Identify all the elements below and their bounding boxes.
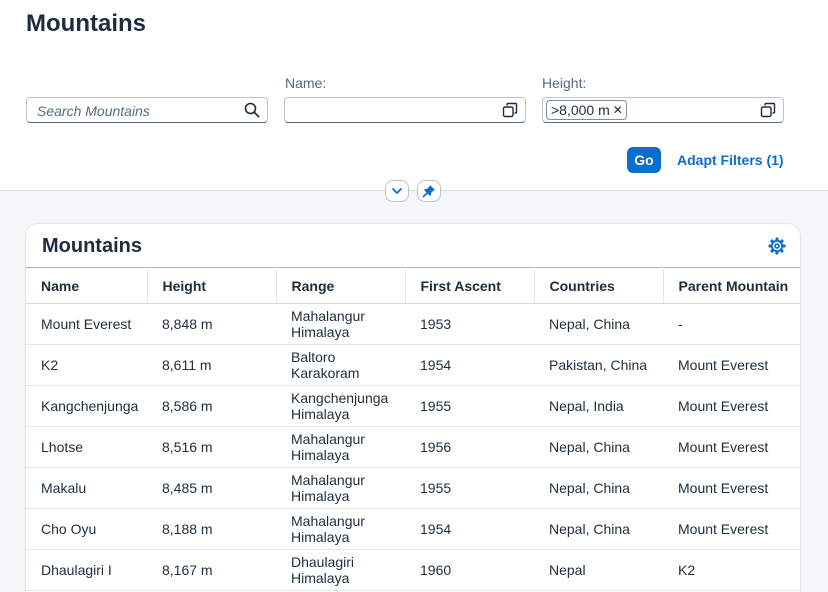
height-filter-label: Height: — [542, 75, 587, 91]
cell-countries: Nepal, China — [534, 508, 663, 550]
cell-name: K2 — [26, 344, 147, 386]
cell-countries: Nepal, China — [534, 426, 663, 468]
cell-parent-mountain: K2 — [663, 549, 800, 591]
cell-name: Cho Oyu — [26, 508, 147, 550]
column-header-parent-mountain[interactable]: Parent Mountain — [663, 267, 800, 304]
table-header-row: Name Height Range First Ascent Countries… — [26, 267, 800, 304]
cell-height: 8,167 m — [147, 549, 276, 591]
range-line: Himalaya — [291, 570, 350, 586]
cell-height: 8,611 m — [147, 344, 276, 386]
cell-name: Makalu — [26, 467, 147, 509]
cell-countries: Nepal — [534, 549, 663, 591]
search-placeholder: Search Mountains — [37, 103, 150, 119]
cell-range: Mahalangur Himalaya — [276, 508, 405, 550]
search-input[interactable]: Search Mountains — [26, 97, 268, 123]
page-title: Mountains — [26, 10, 146, 37]
range-line: Himalaya — [291, 406, 350, 422]
cell-name: Dhaulagiri I — [26, 549, 147, 591]
cell-first-ascent: 1960 — [405, 549, 534, 591]
adapt-filters-link[interactable]: Adapt Filters (1) — [677, 152, 784, 168]
cell-name: Mount Everest — [26, 303, 147, 345]
cell-first-ascent: 1953 — [405, 303, 534, 345]
cell-height: 8,848 m — [147, 303, 276, 345]
cell-name: Lhotse — [26, 426, 147, 468]
pin-icon — [422, 185, 435, 198]
table-row[interactable]: Mount Everest 8,848 m Mahalangur Himalaya… — [26, 303, 800, 345]
table-row[interactable]: K2 8,611 m Baltoro Karakoram 1954 Pakista… — [26, 344, 800, 386]
cell-parent-mountain: Mount Everest — [663, 385, 800, 427]
cell-name: Kangchenjunga — [26, 385, 147, 427]
table-row[interactable]: Lhotse 8,516 m Mahalangur Himalaya 1956 N… — [26, 426, 800, 468]
cell-countries: Pakistan, China — [534, 344, 663, 386]
column-header-first-ascent[interactable]: First Ascent — [405, 267, 535, 304]
cell-countries: Nepal, China — [534, 467, 663, 509]
range-line: Himalaya — [291, 324, 350, 340]
table-row[interactable]: Makalu 8,485 m Mahalangur Himalaya 1955 N… — [26, 467, 800, 509]
cell-range: Dhaulagiri Himalaya — [276, 549, 405, 591]
range-line: Himalaya — [291, 488, 350, 504]
cell-height: 8,485 m — [147, 467, 276, 509]
range-line: Mahalangur — [291, 431, 365, 447]
range-line: Baltoro — [291, 349, 336, 365]
search-icon[interactable] — [244, 102, 260, 118]
cell-range: Kangchenjunga Himalaya — [276, 385, 405, 427]
cell-first-ascent: 1954 — [405, 508, 534, 550]
cell-parent-mountain: Mount Everest — [663, 344, 800, 386]
value-help-icon[interactable] — [760, 102, 776, 118]
table-row[interactable]: Dhaulagiri I 8,167 m Dhaulagiri Himalaya … — [26, 549, 800, 591]
range-line: Dhaulagiri — [291, 554, 355, 570]
column-header-countries[interactable]: Countries — [534, 267, 664, 304]
range-line: Himalaya — [291, 529, 350, 545]
cell-parent-mountain: Mount Everest — [663, 467, 800, 509]
cell-range: Mahalangur Himalaya — [276, 426, 405, 468]
height-token[interactable]: >8,000 m ✕ — [546, 100, 627, 120]
cell-range: Mahalangur Himalaya — [276, 303, 405, 345]
column-header-range[interactable]: Range — [276, 267, 406, 304]
table-row[interactable]: Kangchenjunga 8,586 m Kangchenjunga Himal… — [26, 385, 800, 427]
cell-first-ascent: 1954 — [405, 344, 534, 386]
cell-first-ascent: 1956 — [405, 426, 534, 468]
range-line: Mahalangur — [291, 308, 365, 324]
name-filter-label: Name: — [285, 75, 327, 91]
column-header-name[interactable]: Name — [26, 267, 148, 304]
filter-bar-header: Mountains Search Mountains Name: Height:… — [0, 0, 828, 191]
cell-range: Baltoro Karakoram — [276, 344, 405, 386]
cell-countries: Nepal, India — [534, 385, 663, 427]
table-title: Mountains — [42, 235, 142, 257]
cell-parent-mountain: Mount Everest — [663, 508, 800, 550]
go-button[interactable]: Go — [627, 147, 661, 173]
range-line: Mahalangur — [291, 472, 365, 488]
cell-parent-mountain: - — [663, 303, 800, 345]
cell-height: 8,188 m — [147, 508, 276, 550]
gear-icon[interactable] — [768, 237, 786, 255]
chevron-down-icon — [392, 188, 402, 194]
token-remove-icon[interactable]: ✕ — [613, 103, 623, 117]
range-line: Karakoram — [291, 365, 360, 381]
column-header-height[interactable]: Height — [147, 267, 277, 304]
value-help-icon[interactable] — [502, 102, 518, 118]
name-filter-input[interactable] — [284, 97, 526, 123]
range-line: Himalaya — [291, 447, 350, 463]
cell-height: 8,516 m — [147, 426, 276, 468]
cell-height: 8,586 m — [147, 385, 276, 427]
mountains-table: Name Height Range First Ascent Countries… — [26, 267, 800, 591]
height-token-label: >8,000 m — [551, 102, 610, 118]
cell-first-ascent: 1955 — [405, 385, 534, 427]
table-row[interactable]: Cho Oyu 8,188 m Mahalangur Himalaya 1954 … — [26, 508, 800, 550]
cell-countries: Nepal, China — [534, 303, 663, 345]
cell-first-ascent: 1955 — [405, 467, 534, 509]
collapse-header-button[interactable] — [385, 180, 409, 202]
height-filter-input[interactable]: >8,000 m ✕ — [542, 97, 784, 123]
range-line: Mahalangur — [291, 513, 365, 529]
mountains-table-card: Mountains Name Height Range First Ascent — [26, 224, 800, 592]
pin-header-button[interactable] — [417, 180, 441, 202]
range-line: Kangchenjunga — [291, 390, 389, 406]
cell-parent-mountain: Mount Everest — [663, 426, 800, 468]
cell-range: Mahalangur Himalaya — [276, 467, 405, 509]
